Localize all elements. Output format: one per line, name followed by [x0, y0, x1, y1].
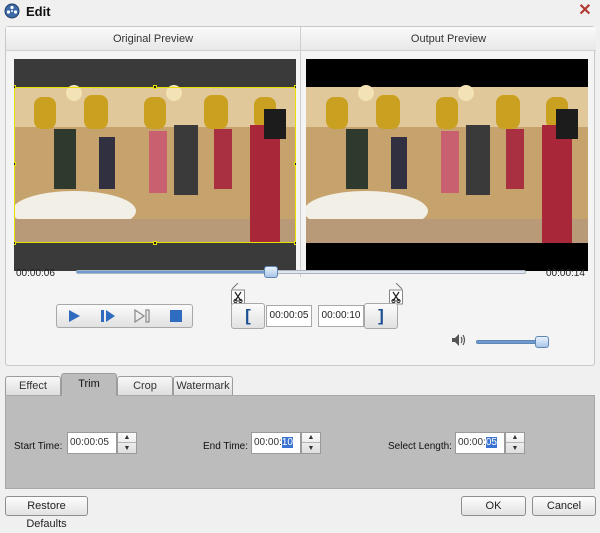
end-time-input[interactable]: 00:00:10 [251, 432, 301, 454]
select-length-stepper: ▲ ▼ [505, 432, 525, 454]
tab-watermark[interactable]: Watermark [173, 376, 233, 396]
set-end-button[interactable]: ] [364, 303, 398, 329]
start-time-down-icon[interactable]: ▼ [118, 443, 136, 453]
set-start-button[interactable]: [ [231, 303, 265, 329]
speaker-icon[interactable] [451, 333, 467, 347]
window-title: Edit [26, 4, 51, 19]
volume-thumb[interactable] [535, 336, 550, 348]
film-reel-icon [4, 3, 20, 19]
seek-bar[interactable] [76, 266, 526, 278]
current-time: 00:00:06 [16, 268, 55, 279]
stop-icon [170, 310, 182, 322]
seek-thumb[interactable] [263, 266, 278, 278]
playback-controls [56, 304, 193, 328]
select-length-down-icon[interactable]: ▼ [506, 443, 524, 453]
original-video[interactable] [14, 59, 296, 271]
play-button[interactable] [57, 305, 91, 327]
output-preview-pane: Output Preview [301, 27, 596, 277]
output-video [306, 59, 588, 271]
end-time-down-icon[interactable]: ▼ [302, 443, 320, 453]
original-preview-label: Original Preview [6, 27, 300, 51]
total-time: 00:00:14 [546, 268, 585, 279]
select-length-prefix: 00:00: [458, 437, 486, 448]
start-time-input[interactable]: 00:00:05 [67, 432, 117, 454]
restore-defaults-button[interactable]: Restore Defaults [5, 496, 88, 530]
select-length-spinner: 00:00:05 ▲ ▼ [455, 432, 525, 454]
end-time-label: End Time: [203, 441, 249, 452]
play-icon [69, 310, 80, 322]
step-forward-button[interactable] [91, 305, 125, 327]
stop-button[interactable] [159, 305, 193, 327]
end-time-stepper: ▲ ▼ [301, 432, 321, 454]
select-length-selection: 05 [485, 437, 497, 448]
select-length-up-icon[interactable]: ▲ [506, 433, 524, 443]
end-time-up-icon[interactable]: ▲ [302, 433, 320, 443]
tab-trim[interactable]: Trim [61, 373, 117, 396]
trim-end-display: 00:00:10 [318, 305, 364, 327]
select-length-label: Select Length: [388, 441, 452, 452]
start-time-up-icon[interactable]: ▲ [118, 433, 136, 443]
start-time-label: Start Time: [14, 441, 63, 452]
seek-progress [77, 271, 271, 273]
end-time-spinner: 00:00:10 ▲ ▼ [251, 432, 321, 454]
start-time-spinner: 00:00:05 ▲ ▼ [67, 432, 137, 454]
tab-crop[interactable]: Crop [117, 376, 173, 396]
trim-start-display: 00:00:05 [266, 305, 312, 327]
trim-end-scissors-icon[interactable] [388, 283, 403, 305]
start-time-stepper: ▲ ▼ [117, 432, 137, 454]
tab-effect[interactable]: Effect [5, 376, 61, 396]
next-frame-button[interactable] [125, 305, 159, 327]
ok-button[interactable]: OK [461, 496, 526, 516]
video-frame-image [14, 85, 296, 243]
select-length-input[interactable]: 00:00:05 [455, 432, 505, 454]
output-preview-label: Output Preview [301, 27, 596, 51]
close-icon[interactable]: ✕ [576, 2, 594, 20]
step-forward-icon [101, 310, 115, 322]
cancel-button[interactable]: Cancel [532, 496, 596, 516]
trim-start-scissors-icon[interactable] [231, 283, 245, 305]
title-bar: Edit ✕ [0, 0, 600, 24]
video-frame-image [306, 85, 588, 243]
end-time-selection: 10 [281, 437, 293, 448]
next-frame-icon [134, 308, 150, 324]
end-time-prefix: 00:00: [254, 437, 282, 448]
original-preview-pane: Original Preview [6, 27, 301, 277]
